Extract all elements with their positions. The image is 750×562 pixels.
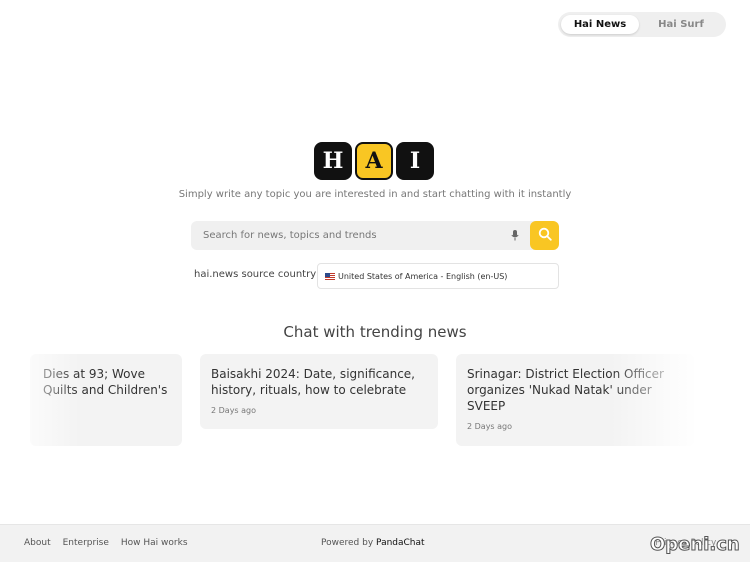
search-icon (538, 226, 552, 245)
news-card-title: Baisakhi 2024: Date, significance, histo… (211, 367, 415, 397)
microphone-icon[interactable] (508, 229, 522, 243)
news-card[interactable]: Dies at 93; Wove Quilts and Children's (30, 354, 182, 446)
powered-by: Powered by PandaChat (321, 538, 425, 548)
logo-letter-a: A (355, 142, 393, 180)
hai-news-tab[interactable]: Hai News (561, 15, 639, 34)
news-card-title: Dies at 93; Wove Quilts and Children's (43, 367, 168, 397)
footer-link-how-hai-works[interactable]: How Hai works (121, 538, 188, 548)
source-country-value: United States of America - English (en-U… (338, 271, 508, 281)
powered-by-label: Powered by (321, 538, 374, 548)
search-button[interactable] (530, 221, 559, 250)
news-card-date: 2 Days ago (467, 422, 513, 431)
news-card-title: Srinagar: District Election Officer orga… (467, 367, 664, 413)
search-input[interactable] (191, 221, 508, 250)
footer: About Enterprise How Hai works Powered b… (0, 524, 750, 562)
footer-link-about[interactable]: About (24, 538, 51, 548)
trending-carousel: Dies at 93; Wove Quilts and Children's B… (0, 354, 750, 449)
news-card[interactable]: Srinagar: District Election Officer orga… (456, 354, 694, 446)
logo-letter-h: H (314, 142, 352, 180)
hai-surf-tab[interactable]: Hai Surf (639, 15, 723, 34)
source-country-label: hai.news source country (194, 269, 317, 280)
us-flag-icon (325, 272, 335, 280)
trending-title: Chat with trending news (283, 323, 467, 341)
search-bar (191, 221, 559, 250)
tagline: Simply write any topic you are intereste… (178, 189, 572, 200)
news-card[interactable]: Baisakhi 2024: Date, significance, histo… (200, 354, 438, 429)
product-toggle: Hai News Hai Surf (558, 12, 726, 37)
logo-letter-i: I (396, 142, 434, 180)
source-country-select[interactable]: United States of America - English (en-U… (317, 263, 559, 289)
footer-link-enterprise[interactable]: Enterprise (63, 538, 109, 548)
pandachat-link[interactable]: PandaChat (376, 538, 425, 548)
news-card-date: 2 Days ago (211, 406, 257, 415)
footer-links: About Enterprise How Hai works (24, 538, 188, 548)
watermark-logo: Openi.cn (650, 534, 741, 556)
hai-logo: H A I (314, 142, 434, 180)
